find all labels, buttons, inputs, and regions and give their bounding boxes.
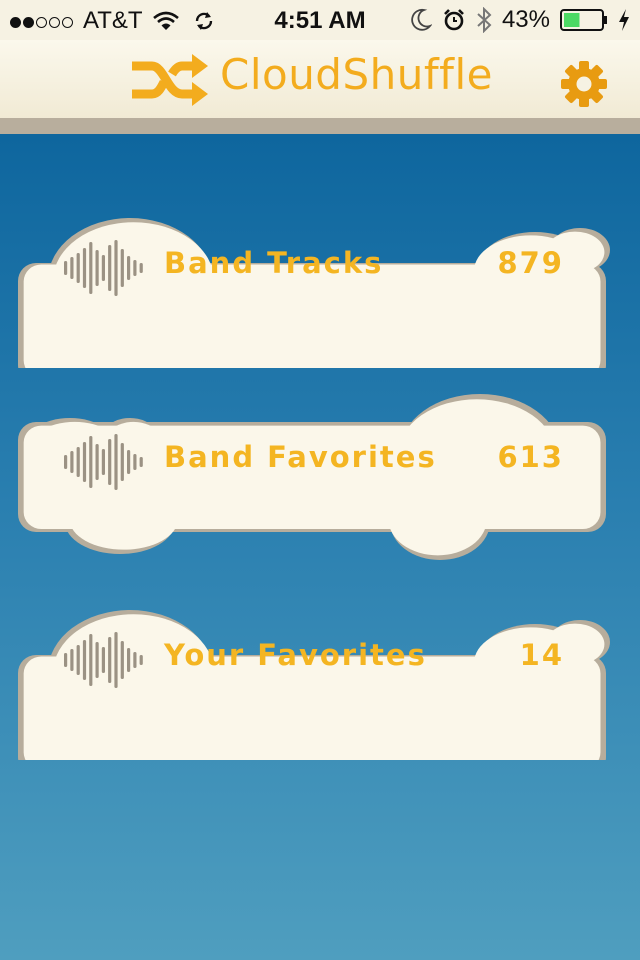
charging-icon [619,9,629,31]
gear-icon[interactable] [560,60,608,108]
list-item-count: 14 [519,638,564,672]
list-item-label: Your Favorites [164,638,427,672]
status-bar: AT&T 4:51 AM 43% [0,0,640,40]
list-item-count: 613 [497,440,564,474]
header-divider [0,118,640,134]
battery-icon [560,9,607,31]
bluetooth-icon [477,7,492,33]
app-title: CloudShuffle [220,50,493,99]
list-item[interactable]: Band Tracks 879 [0,168,640,368]
soundwave-icon [64,632,143,688]
shuffle-icon [132,54,208,106]
moon-icon [411,8,432,31]
list-item[interactable]: Your Favorites 14 [0,560,640,760]
list-item-label: Band Tracks [164,246,384,280]
soundwave-icon [64,240,143,296]
battery-percentage: 43% [501,6,550,33]
list-item-label: Band Favorites [164,440,437,474]
list-item[interactable]: Band Favorites 613 [0,362,640,562]
alarm-icon [444,9,464,31]
soundwave-icon [64,434,143,490]
list-item-count: 879 [497,246,564,280]
